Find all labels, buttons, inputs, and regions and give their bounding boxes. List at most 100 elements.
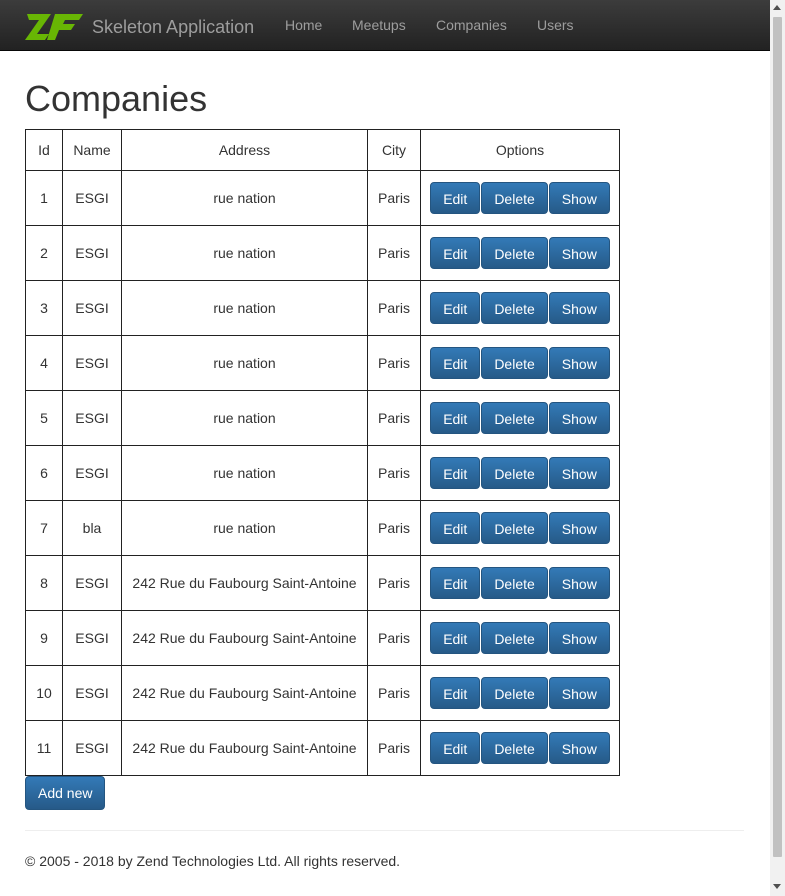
scroll-thumb[interactable] xyxy=(773,17,782,857)
cell-address: rue nation xyxy=(121,170,368,226)
cell-address: 242 Rue du Faubourg Saint-Antoine xyxy=(121,610,368,666)
cell-id: 3 xyxy=(25,280,63,336)
cell-options: Edit Delete Show xyxy=(420,390,620,446)
delete-button[interactable]: Delete xyxy=(481,457,548,489)
show-button[interactable]: Show xyxy=(548,622,610,654)
edit-button[interactable]: Edit xyxy=(430,237,481,269)
footer-copyright: © 2005 - 2018 by Zend Technologies Ltd. … xyxy=(25,853,401,869)
page-scrollbar[interactable] xyxy=(770,0,785,896)
show-button[interactable]: Show xyxy=(548,292,610,324)
table-row: 10 ESGI 242 Rue du Faubourg Saint-Antoine P… xyxy=(25,665,620,721)
nav-companies[interactable]: Companies xyxy=(436,17,507,33)
cell-address: 242 Rue du Faubourg Saint-Antoine xyxy=(121,720,368,776)
edit-button[interactable]: Edit xyxy=(430,622,481,654)
table-row: 8 ESGI 242 Rue du Faubourg Saint-Antoine Pa… xyxy=(25,555,620,611)
zf-logo-icon[interactable] xyxy=(25,12,85,42)
edit-button[interactable]: Edit xyxy=(430,292,481,324)
show-button[interactable]: Show xyxy=(548,512,610,544)
brand-name[interactable]: Skeleton Application xyxy=(92,17,254,38)
scroll-down-icon[interactable] xyxy=(773,884,781,889)
show-button[interactable]: Show xyxy=(548,237,610,269)
show-button[interactable]: Show xyxy=(548,347,610,379)
add-new-button[interactable]: Add new xyxy=(25,776,106,810)
cell-id: 1 xyxy=(25,170,63,226)
footer-divider xyxy=(25,830,744,831)
cell-options: Edit Delete Show xyxy=(420,665,620,721)
show-button[interactable]: Show xyxy=(548,677,610,709)
edit-button[interactable]: Edit xyxy=(430,677,481,709)
cell-address: rue nation xyxy=(121,225,368,281)
edit-button[interactable]: Edit xyxy=(430,567,481,599)
cell-address: rue nation xyxy=(121,390,368,446)
header-address: Address xyxy=(121,129,368,171)
cell-city: Paris xyxy=(367,665,421,721)
edit-button[interactable]: Edit xyxy=(430,732,481,764)
delete-button[interactable]: Delete xyxy=(481,622,548,654)
nav-home[interactable]: Home xyxy=(285,17,322,33)
cell-address: rue nation xyxy=(121,335,368,391)
header-name: Name xyxy=(62,129,122,171)
cell-options: Edit Delete Show xyxy=(420,445,620,501)
cell-name: ESGI xyxy=(62,610,122,666)
edit-button[interactable]: Edit xyxy=(430,182,481,214)
cell-city: Paris xyxy=(367,555,421,611)
cell-id: 10 xyxy=(25,665,63,721)
show-button[interactable]: Show xyxy=(548,567,610,599)
cell-options: Edit Delete Show xyxy=(420,335,620,391)
cell-options: Edit Delete Show xyxy=(420,720,620,776)
cell-id: 4 xyxy=(25,335,63,391)
delete-button[interactable]: Delete xyxy=(481,182,548,214)
show-button[interactable]: Show xyxy=(548,457,610,489)
delete-button[interactable]: Delete xyxy=(481,237,548,269)
cell-address: rue nation xyxy=(121,445,368,501)
delete-button[interactable]: Delete xyxy=(481,402,548,434)
edit-button[interactable]: Edit xyxy=(430,402,481,434)
table-header-row: Id Name Address City Options xyxy=(25,129,620,171)
edit-button[interactable]: Edit xyxy=(430,512,481,544)
cell-options: Edit Delete Show xyxy=(420,280,620,336)
cell-name: ESGI xyxy=(62,280,122,336)
cell-city: Paris xyxy=(367,390,421,446)
cell-id: 5 xyxy=(25,390,63,446)
cell-options: Edit Delete Show xyxy=(420,555,620,611)
show-button[interactable]: Show xyxy=(548,732,610,764)
cell-id: 6 xyxy=(25,445,63,501)
delete-button[interactable]: Delete xyxy=(481,512,548,544)
cell-name: ESGI xyxy=(62,445,122,501)
delete-button[interactable]: Delete xyxy=(481,567,548,599)
show-button[interactable]: Show xyxy=(548,402,610,434)
cell-name: ESGI xyxy=(62,170,122,226)
cell-address: 242 Rue du Faubourg Saint-Antoine xyxy=(121,555,368,611)
cell-name: bla xyxy=(62,500,122,556)
cell-name: ESGI xyxy=(62,665,122,721)
table-row: 11 ESGI 242 Rue du Faubourg Saint-Antoine P… xyxy=(25,720,620,776)
scroll-up-icon[interactable] xyxy=(773,5,781,10)
cell-address: 242 Rue du Faubourg Saint-Antoine xyxy=(121,665,368,721)
edit-button[interactable]: Edit xyxy=(430,347,481,379)
cell-options: Edit Delete Show xyxy=(420,500,620,556)
nav-users[interactable]: Users xyxy=(537,17,574,33)
header-options: Options xyxy=(420,129,620,171)
cell-options: Edit Delete Show xyxy=(420,170,620,226)
cell-city: Paris xyxy=(367,500,421,556)
delete-button[interactable]: Delete xyxy=(481,677,548,709)
delete-button[interactable]: Delete xyxy=(481,292,548,324)
edit-button[interactable]: Edit xyxy=(430,457,481,489)
cell-name: ESGI xyxy=(62,390,122,446)
page-title: Companies xyxy=(25,78,208,119)
cell-name: ESGI xyxy=(62,335,122,391)
cell-address: rue nation xyxy=(121,280,368,336)
cell-id: 2 xyxy=(25,225,63,281)
table-row: 3 ESGI rue nation Paris Edit Delete Show xyxy=(25,280,620,336)
nav-meetups[interactable]: Meetups xyxy=(352,17,406,33)
companies-table: Id Name Address City Options 1 ESGI rue na… xyxy=(25,129,620,776)
delete-button[interactable]: Delete xyxy=(481,347,548,379)
table-row: 4 ESGI rue nation Paris Edit Delete Show xyxy=(25,335,620,391)
cell-city: Paris xyxy=(367,335,421,391)
cell-city: Paris xyxy=(367,225,421,281)
table-row: 1 ESGI rue nation Paris Edit Delete Show xyxy=(25,170,620,226)
show-button[interactable]: Show xyxy=(548,182,610,214)
delete-button[interactable]: Delete xyxy=(481,732,548,764)
cell-id: 7 xyxy=(25,500,63,556)
cell-name: ESGI xyxy=(62,720,122,776)
